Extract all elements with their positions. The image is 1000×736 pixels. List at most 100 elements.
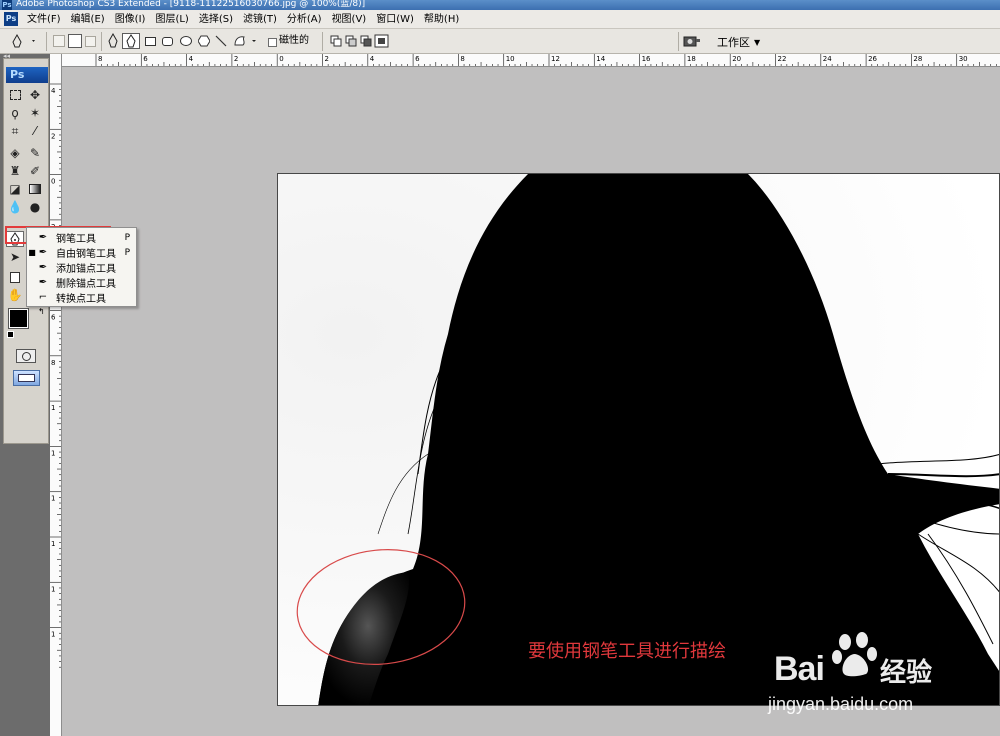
flyout-item-freeform-pen[interactable]: ■ ✒ 自由钢笔工具 P — [27, 245, 136, 260]
annotation-caption: 要使用钢笔工具进行描绘 — [528, 641, 726, 662]
blur-icon: 💧 — [7, 200, 23, 214]
line-icon — [215, 35, 227, 47]
custom-shape-icon — [234, 36, 256, 46]
gradient-icon — [29, 184, 41, 194]
menu-analysis[interactable]: 分析(A) — [282, 10, 327, 29]
vertical-ruler[interactable]: 4202468111111 — [50, 54, 62, 736]
path-selection-icon: ➤ — [9, 250, 21, 264]
custom-shape-tool-button[interactable] — [232, 33, 260, 49]
polygon-tool-button[interactable] — [197, 33, 211, 49]
path-selection-tool[interactable]: ➤ — [6, 249, 24, 265]
dodge-tool[interactable]: ● — [26, 199, 44, 215]
swap-colors-icon[interactable]: ↰ — [38, 307, 45, 316]
ruler-label: 24 — [823, 55, 832, 63]
menu-help[interactable]: 帮助(H) — [419, 10, 464, 29]
shortcut-key: P — [124, 247, 130, 258]
magic-wand-icon: ✶ — [29, 106, 41, 120]
rectangle-icon — [145, 37, 156, 46]
rectangle-tool-button[interactable] — [145, 33, 157, 49]
shortcut-key: P — [124, 232, 130, 243]
default-colors-icon[interactable] — [7, 331, 14, 338]
menu-file[interactable]: 文件(F) — [22, 10, 66, 29]
foreground-color-swatch[interactable] — [8, 308, 29, 329]
flyout-item-pen[interactable]: ✒ 钢笔工具 P — [27, 230, 136, 245]
flyout-item-add-anchor[interactable]: ✒ 添加锚点工具 — [27, 260, 136, 275]
photoshop-menu-icon[interactable]: Ps — [4, 12, 18, 26]
divider — [678, 32, 679, 51]
ruler-label: 1 — [51, 404, 55, 412]
gradient-tool[interactable] — [26, 181, 44, 197]
photoshop-app-icon: Ps — [2, 0, 12, 10]
rounded-rectangle-tool-button[interactable] — [162, 33, 174, 49]
paths-button[interactable] — [68, 33, 82, 49]
silhouette-photo — [278, 174, 999, 705]
add-anchor-point-icon: ✒ — [38, 262, 48, 273]
flyout-item-delete-anchor[interactable]: ✒ 删除锚点工具 — [27, 275, 136, 290]
move-tool[interactable]: ✥ — [26, 87, 44, 103]
lasso-icon: ϙ — [11, 106, 19, 120]
ruler-label: 4 — [189, 55, 194, 63]
ruler-label: 1 — [51, 585, 55, 593]
freeform-pen-option-button[interactable] — [122, 33, 140, 49]
menu-select[interactable]: 选择(S) — [194, 10, 238, 29]
watermark-brand: Bai — [774, 650, 825, 688]
delete-anchor-point-icon: ✒ — [38, 277, 48, 288]
eraser-tool[interactable]: ◪ — [6, 181, 24, 197]
menu-bar: Ps 文件(F) 编辑(E) 图像(I) 图层(L) 选择(S) 滤镜(T) 分… — [0, 10, 1000, 29]
menu-edit[interactable]: 编辑(E) — [66, 10, 110, 29]
menu-view[interactable]: 视图(V) — [327, 10, 372, 29]
menu-filter[interactable]: 滤镜(T) — [238, 10, 282, 29]
quick-mask-button[interactable] — [16, 349, 36, 363]
line-tool-button[interactable] — [215, 33, 227, 49]
polygon-icon — [197, 35, 211, 47]
ruler-label: 8 — [51, 359, 55, 367]
ruler-label: 12 — [551, 55, 560, 63]
clone-stamp-tool[interactable]: ♜ — [6, 163, 24, 179]
healing-brush-tool[interactable]: ◈ — [6, 145, 24, 161]
shape-layers-button[interactable] — [53, 33, 65, 49]
rounded-rectangle-icon — [162, 37, 173, 46]
hand-icon: ✋ — [7, 288, 23, 302]
ellipse-icon — [180, 36, 192, 46]
pen-option-button[interactable] — [106, 32, 120, 49]
marquee-tool[interactable] — [6, 87, 24, 103]
blur-tool[interactable]: 💧 — [6, 199, 24, 215]
workspace-menu[interactable]: 工作区 ▼ — [683, 32, 769, 52]
flyout-item-convert-point[interactable]: ⌐ 转换点工具 — [27, 290, 136, 305]
crop-tool[interactable]: ⌗ — [6, 123, 24, 139]
ruler-label: 1 — [51, 495, 55, 503]
menu-layer[interactable]: 图层(L) — [150, 10, 193, 29]
eraser-icon: ◪ — [9, 182, 21, 196]
screen-mode-button[interactable] — [13, 370, 40, 386]
menu-window[interactable]: 窗口(W) — [371, 10, 419, 29]
ruler-label: 8 — [460, 55, 464, 63]
history-brush-tool[interactable]: ✐ — [26, 163, 44, 179]
magnetic-checkbox[interactable] — [268, 38, 277, 47]
freeform-pen-icon: ✒ — [38, 247, 48, 258]
divider — [322, 32, 323, 51]
slice-tool[interactable]: ⁄ — [26, 123, 44, 139]
tool-preset-picker[interactable] — [12, 33, 38, 49]
hand-tool[interactable]: ✋ — [6, 287, 24, 303]
magic-wand-tool[interactable]: ✶ — [26, 105, 44, 121]
current-tool-marker: ■ — [28, 248, 36, 257]
ruler-label: 2 — [325, 55, 329, 63]
chevron-down-icon: ▼ — [754, 37, 761, 47]
ruler-label: 2 — [234, 55, 238, 63]
horizontal-ruler[interactable]: 8 6 4 2 0 2 4 6 8 10 12 14 16 18 20 22 24 26 28 30 — [62, 54, 1000, 67]
menu-image[interactable]: 图像(I) — [110, 10, 151, 29]
ruler-label: 1 — [51, 540, 55, 548]
ellipse-tool-button[interactable] — [180, 33, 192, 49]
brush-tool[interactable]: ✎ — [26, 145, 44, 161]
move-icon: ✥ — [29, 88, 41, 102]
notes-tool[interactable] — [6, 269, 24, 285]
options-bar: 磁性的 工作区 ▼ — [0, 29, 1000, 54]
ruler-label: 2 — [51, 132, 55, 140]
lasso-tool[interactable]: ϙ — [6, 105, 24, 121]
history-brush-icon: ✐ — [29, 164, 41, 178]
document-canvas[interactable] — [277, 173, 1000, 706]
title-bar: Ps Adobe Photoshop CS3 Extended - [9118-… — [0, 0, 1000, 10]
ruler-label: 6 — [415, 55, 420, 63]
ruler-label: 14 — [596, 55, 605, 63]
fill-pixels-button[interactable] — [85, 33, 96, 49]
